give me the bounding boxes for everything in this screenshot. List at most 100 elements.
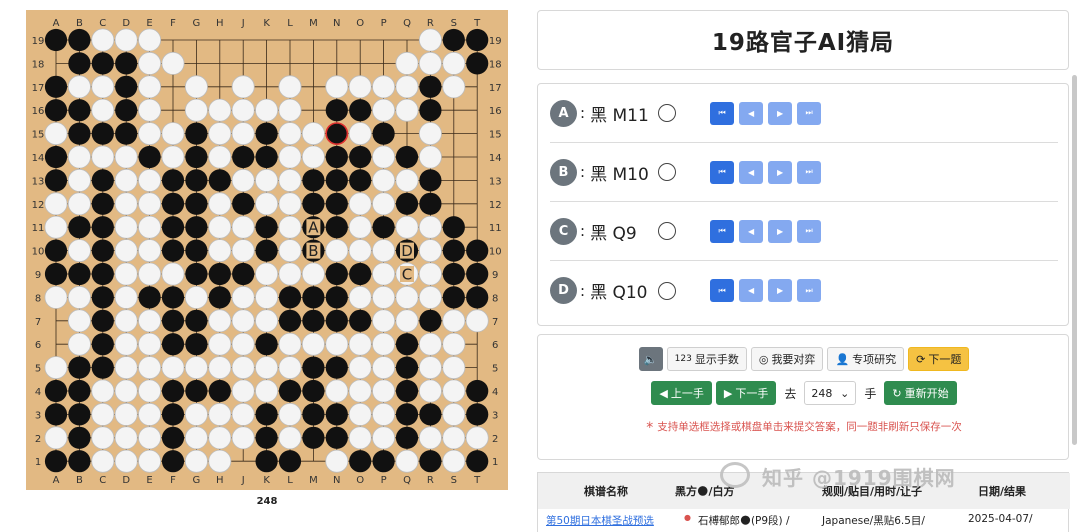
first-icon[interactable]: ⏮ [710, 219, 735, 243]
next-problem-button[interactable]: ⟳ 下一题 [908, 347, 970, 371]
row-label: 17 [489, 83, 502, 94]
black-stone [44, 262, 68, 286]
row-label: 14 [489, 153, 502, 164]
notice-label: 支持单选框选择或棋盘单击来提交答案，同一题非刷新只保存一次 [657, 421, 962, 433]
white-stone [348, 402, 372, 426]
show-moves-button[interactable]: 123 显示手数 [666, 347, 747, 371]
white-stone [138, 122, 162, 146]
next-icon[interactable]: ▶ [768, 101, 793, 125]
next-move-button[interactable]: ▶ 下一手 [715, 381, 777, 405]
black-stone [325, 286, 348, 309]
white-stone [418, 356, 442, 380]
white-stone [418, 332, 442, 356]
black-stone [91, 52, 114, 75]
white-stone [138, 262, 162, 286]
white-stone [348, 285, 372, 309]
prev-icon[interactable]: ◀ [739, 279, 764, 302]
black-stone [68, 426, 91, 449]
white-stone [325, 239, 349, 263]
white-stone [67, 332, 91, 356]
sound-icon[interactable]: 🔈 [638, 347, 663, 371]
white-stone [231, 402, 255, 426]
last-icon[interactable]: ⏭ [797, 101, 822, 125]
go-board[interactable]: A A B B C C D D E E F F G G H H J J K K L L M M N N O O P P Q Q R R S S T T 19… [26, 10, 508, 490]
black-stone [185, 262, 208, 286]
last-icon[interactable]: ⏭ [797, 219, 822, 243]
prev-icon[interactable]: ◀ [739, 219, 764, 243]
first-icon[interactable]: ⏮ [710, 101, 735, 125]
column-label: O [356, 475, 364, 486]
prev-icon[interactable]: ◀ [739, 160, 764, 184]
white-stone [348, 122, 372, 146]
choice-letter: D [550, 277, 577, 304]
choice-radio[interactable] [658, 222, 677, 240]
white-stone [278, 356, 302, 380]
black-stone [466, 450, 489, 473]
row-label: 15 [32, 130, 45, 141]
row-label: 9 [35, 270, 41, 281]
white-stone [372, 168, 396, 192]
last-icon[interactable]: ⏭ [797, 279, 822, 302]
last-icon[interactable]: ⏭ [797, 160, 822, 184]
restart-button[interactable]: ↻ 重新开始 [884, 381, 957, 405]
choice-c[interactable]: C : 黑 Q9 ⏮ ◀ ▶ ⏭ [550, 202, 1058, 261]
choice-radio[interactable] [658, 104, 677, 122]
first-icon[interactable]: ⏮ [710, 160, 735, 184]
choice-d[interactable]: D : 黑 Q10 ⏮ ◀ ▶ ⏭ [550, 261, 1058, 320]
black-stone [349, 99, 372, 122]
black-stone [115, 122, 138, 145]
choice-b[interactable]: B : 黑 M10 ⏮ ◀ ▶ ⏭ [550, 143, 1058, 202]
scrollbar[interactable] [1072, 75, 1077, 445]
next-icon[interactable]: ▶ [768, 219, 793, 243]
white-stone [208, 98, 232, 122]
black-stone [349, 450, 372, 473]
black-stone [419, 309, 442, 332]
watermark: 知乎 @1919围棋网 [720, 458, 1070, 494]
choice-radio[interactable] [658, 281, 677, 300]
go-board-svg[interactable]: AABBCCDDEEFFGGHHJJKKLLMMNNOOPPQQRRSSTT19… [26, 10, 508, 490]
column-label: C [99, 475, 106, 486]
black-stone [208, 286, 231, 309]
row-label: 1 [35, 457, 41, 468]
white-stone [255, 192, 279, 216]
white-stone [231, 356, 255, 380]
white-stone [91, 379, 115, 403]
black-stone [325, 99, 348, 122]
target-icon: ◎ [758, 352, 769, 366]
black-stone [325, 169, 348, 192]
row-label: 18 [32, 59, 45, 70]
answer-choices: A : 黑 M11 ⏮ ◀ ▶ ⏭ B : 黑 M10 ⏮ ◀ ▶ ⏭ C: … [537, 83, 1069, 326]
white-stone [301, 332, 325, 356]
white-stone [67, 285, 91, 309]
prev-move-button[interactable]: ◀ 上一手 [651, 381, 712, 405]
black-stone [161, 309, 185, 332]
white-stone [184, 449, 208, 473]
col-game-name: 棋谱名称 [584, 485, 628, 498]
study-button[interactable]: 👤 专项研究 [827, 347, 905, 371]
white-stone [442, 379, 466, 403]
first-icon[interactable]: ⏮ [710, 279, 735, 302]
white-stone [44, 356, 68, 380]
white-stone [372, 192, 396, 216]
next-icon[interactable]: ▶ [768, 279, 793, 302]
white-stone [44, 426, 68, 450]
answer-mark: A [308, 219, 319, 237]
column-label: J [241, 18, 245, 29]
next-icon[interactable]: ▶ [768, 160, 793, 184]
choice-a[interactable]: A : 黑 M11 ⏮ ◀ ▶ ⏭ [550, 84, 1058, 143]
black-stone [466, 403, 489, 426]
play-me-button[interactable]: ◎ 我要对弈 [750, 347, 824, 371]
move-select[interactable]: 248 ⌄ [804, 381, 857, 405]
black-stone [185, 145, 208, 169]
prev-icon[interactable]: ◀ [739, 101, 764, 125]
black-stone [255, 450, 278, 473]
choice-radio[interactable] [658, 163, 677, 181]
navigation-row: ◀ 上一手 ▶ 下一手 去 248 ⌄ 手 ↻ 重新开始 [538, 381, 1070, 405]
black-stone [185, 309, 208, 332]
white-stone [325, 75, 349, 99]
white-stone [278, 168, 302, 192]
choice-answer: 黑 M10 [590, 164, 649, 185]
game-name-link[interactable]: 第50期日本棋圣战预选 [546, 513, 654, 528]
white-stone [372, 356, 396, 380]
black-stone [161, 169, 185, 192]
